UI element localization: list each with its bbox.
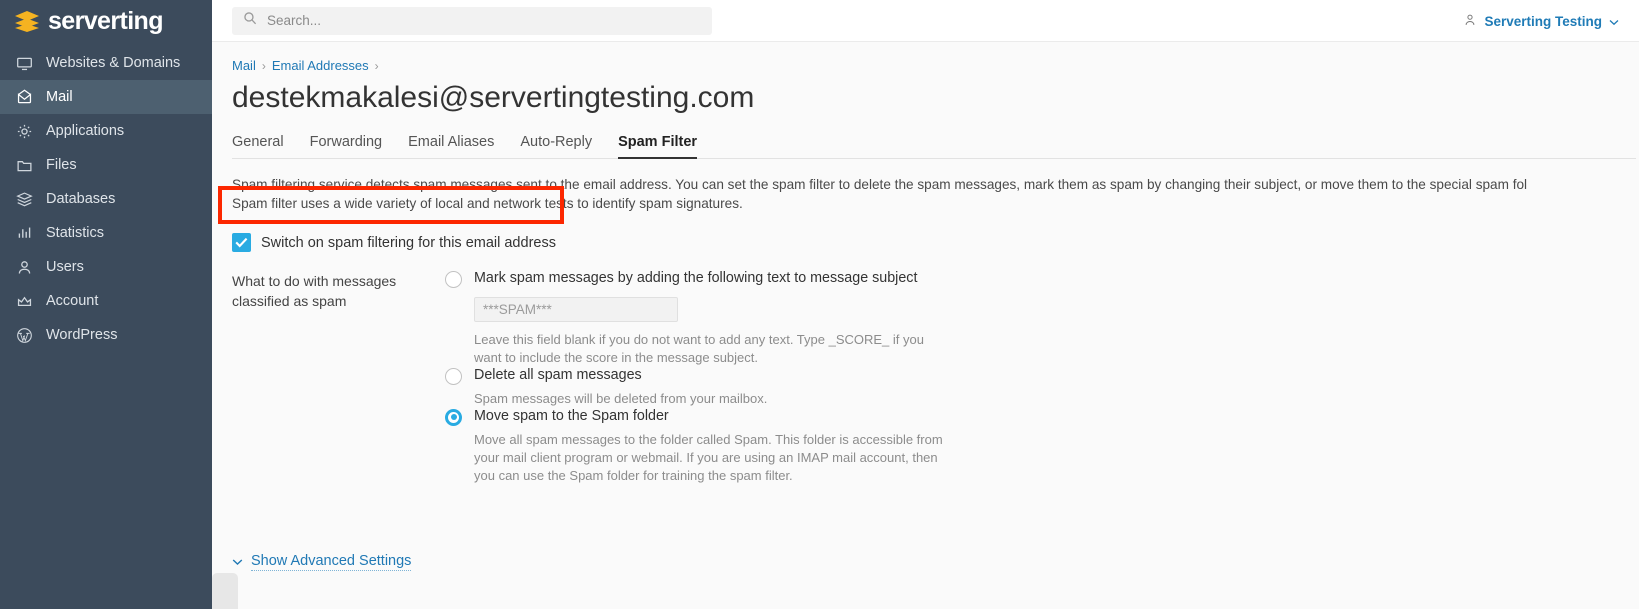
chevron-down-icon [232,558,243,566]
option-mark-spam[interactable]: Mark spam messages by adding the followi… [445,270,1619,289]
show-advanced-settings-link[interactable]: Show Advanced Settings [232,553,412,571]
radio-mark-spam[interactable] [445,271,462,289]
sidebar-item-statistics[interactable]: Statistics [0,216,212,250]
crown-icon [15,292,34,311]
app-window: serverting Websites & Domains Mail Appli… [0,0,1639,609]
sidebar-item-mail[interactable]: Mail [0,80,212,114]
spam-filter-description: Spam filtering service detects spam mess… [232,175,1619,214]
option-mark-spam-label[interactable]: Mark spam messages by adding the followi… [474,270,917,287]
breadcrumb-separator: › [261,58,266,73]
mark-spam-detail: Leave this field blank if you do not wan… [474,288,1619,367]
sidebar-item-users[interactable]: Users [0,250,212,284]
breadcrumb-separator: › [374,58,379,73]
content-scrollbar[interactable] [212,573,238,609]
sidebar-item-websites-domains[interactable]: Websites & Domains [0,46,212,80]
description-line-2: Spam filter uses a wide variety of local… [232,195,743,211]
sidebar-item-label: Account [46,293,99,309]
tab-email-aliases[interactable]: Email Aliases [395,134,507,158]
sidebar-item-label: Files [46,157,77,173]
spam-subject-text-input[interactable] [474,297,678,323]
tab-auto-reply[interactable]: Auto-Reply [507,134,605,158]
folder-icon [15,156,34,175]
option-delete-spam[interactable]: Delete all spam messages [445,367,1619,385]
show-advanced-settings-label[interactable]: Show Advanced Settings [251,553,412,571]
user-menu-label: Serverting Testing [1484,13,1602,29]
move-spam-hint: Move all spam messages to the folder cal… [474,431,943,483]
sidebar-item-account[interactable]: Account [0,284,212,318]
spam-action-form-row: What to do with messages classified as s… [232,270,1619,485]
tab-bar: General Forwarding Email Aliases Auto-Re… [232,134,1636,159]
user-icon [1463,13,1477,30]
brand-logo-area[interactable]: serverting [0,0,212,44]
sidebar-item-label: Users [46,259,84,275]
search-box[interactable] [232,6,712,35]
sidebar-item-applications[interactable]: Applications [0,114,212,148]
page-title: destekmakalesi@servertingtesting.com [232,81,755,114]
tab-forwarding[interactable]: Forwarding [297,134,396,158]
sidebar-item-label: Databases [46,191,116,207]
option-move-spam[interactable]: Move spam to the Spam folder [445,408,1619,426]
delete-spam-hint: Spam messages will be deleted from your … [474,390,768,406]
page-content: Mail › Email Addresses › destekmakalesi@… [212,42,1639,609]
sidebar-item-files[interactable]: Files [0,148,212,182]
sidebar: serverting Websites & Domains Mail Appli… [0,0,212,609]
spam-action-group-label: What to do with messages classified as s… [232,273,397,310]
sidebar-item-label: WordPress [46,327,118,343]
brand-name: serverting [48,6,163,35]
tab-spam-filter[interactable]: Spam Filter [605,134,710,159]
delete-spam-detail: Spam messages will be deleted from your … [474,390,1619,408]
gear-icon [15,122,34,141]
breadcrumb: Mail › Email Addresses › [232,58,1619,73]
search-icon [243,11,257,30]
spam-action-options: Mark spam messages by adding the followi… [445,270,1619,485]
chevron-down-icon [1609,14,1619,29]
envelope-icon [15,88,34,107]
bar-chart-icon [15,224,34,243]
monitor-icon [15,54,34,73]
sidebar-item-databases[interactable]: Databases [0,182,212,216]
top-bar: Serverting Testing [212,0,1639,42]
search-input[interactable] [265,12,701,29]
breadcrumb-item-email-addresses[interactable]: Email Addresses [272,58,369,73]
option-move-spam-label[interactable]: Move spam to the Spam folder [474,408,669,425]
database-stack-icon [15,190,34,209]
wordpress-icon [15,326,34,345]
sidebar-nav: Websites & Domains Mail Applications Fil… [0,46,212,352]
person-icon [15,258,34,277]
radio-delete-spam[interactable] [445,367,462,385]
main-panel: Serverting Testing Mail › Email Addresse… [212,0,1639,609]
sidebar-item-label: Statistics [46,225,105,241]
enable-spam-filtering-label[interactable]: Switch on spam filtering for this email … [261,235,556,251]
breadcrumb-item-mail[interactable]: Mail [232,58,256,73]
option-delete-spam-label[interactable]: Delete all spam messages [474,367,642,384]
radio-move-spam[interactable] [445,408,462,426]
enable-spam-filtering-checkbox-row[interactable]: Switch on spam filtering for this email … [232,229,556,256]
spam-subject-hint: Leave this field blank if you do not wan… [474,332,924,366]
enable-spam-filtering-checkbox[interactable] [232,233,251,253]
sidebar-item-label: Websites & Domains [46,55,181,71]
sidebar-item-wordpress[interactable]: WordPress [0,318,212,352]
description-line-1: Spam filtering service detects spam mess… [232,176,1528,192]
stacked-layers-icon [14,9,40,33]
sidebar-item-label: Applications [46,123,125,139]
tab-general[interactable]: General [232,134,297,158]
sidebar-item-label: Mail [46,89,73,105]
move-spam-detail: Move all spam messages to the folder cal… [474,431,1619,485]
user-menu[interactable]: Serverting Testing [1463,0,1619,42]
